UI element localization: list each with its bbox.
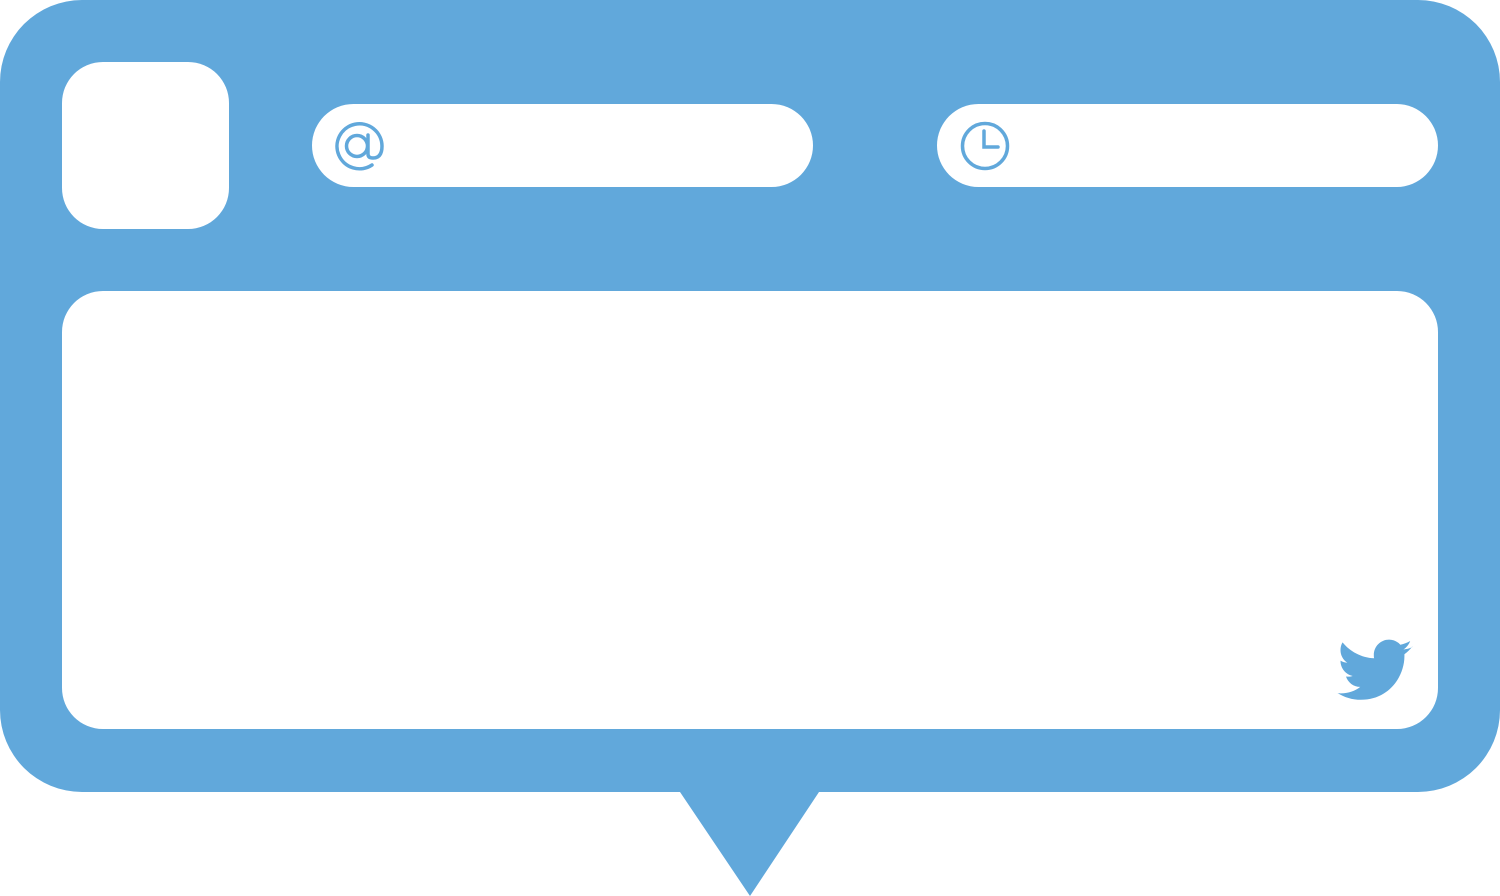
avatar-placeholder[interactable]: [62, 62, 229, 229]
time-field[interactable]: [937, 104, 1438, 187]
tweet-body-area[interactable]: [62, 291, 1438, 729]
handle-field[interactable]: [312, 104, 813, 187]
tweet-card-frame: [0, 0, 1500, 896]
